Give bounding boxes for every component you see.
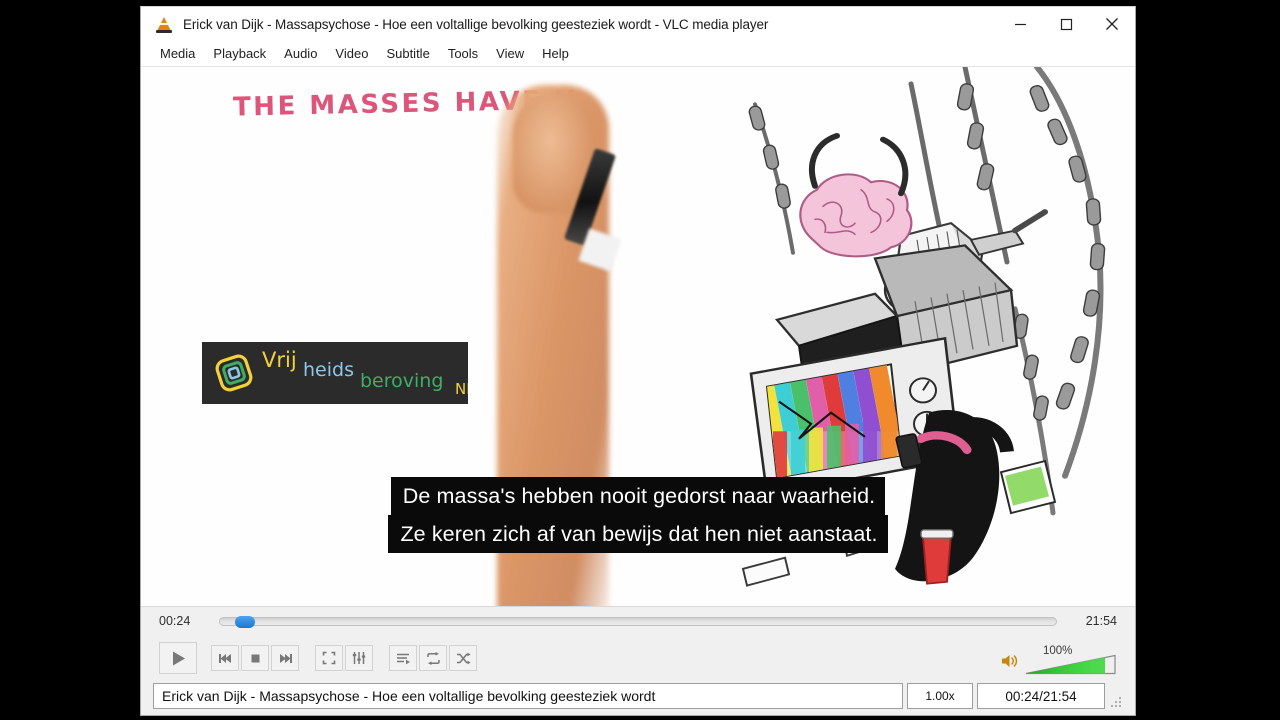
play-icon xyxy=(172,651,185,665)
previous-button[interactable] xyxy=(211,645,239,671)
window-title: Erick van Dijk - Massapsychose - Hoe een… xyxy=(183,16,769,32)
loop-icon xyxy=(426,651,440,665)
playlist-icon xyxy=(396,653,410,664)
next-icon xyxy=(279,653,292,663)
playback-controls-panel: 00:24 21:54 100% xyxy=(141,606,1135,681)
speaker-icon[interactable] xyxy=(1001,653,1019,674)
volume-slider-wrapper[interactable]: 100% xyxy=(1025,645,1117,675)
watermark-logo-icon xyxy=(210,351,258,395)
watermark-text: Vrij heids beroving NL xyxy=(260,342,468,404)
volume-slider[interactable] xyxy=(1025,654,1117,675)
settings-button[interactable] xyxy=(345,645,373,671)
transport-button-row: 100% xyxy=(141,635,1135,681)
camera-drawing xyxy=(883,209,1048,314)
status-bar: Erick van Dijk - Massapsychose - Hoe een… xyxy=(141,681,1135,715)
minimize-icon xyxy=(1014,23,1026,25)
menu-item-audio[interactable]: Audio xyxy=(275,43,326,64)
menu-item-view[interactable]: View xyxy=(487,43,533,64)
minimize-button[interactable] xyxy=(997,7,1043,41)
desktop-backdrop: Erick van Dijk - Massapsychose - Hoe een… xyxy=(0,0,1280,720)
menu-item-tools[interactable]: Tools xyxy=(439,43,487,64)
seek-slider-handle[interactable] xyxy=(235,615,256,628)
subtitle-overlay: De massa's hebben nooit gedorst naar waa… xyxy=(141,477,1135,553)
menu-item-playback[interactable]: Playback xyxy=(204,43,275,64)
tv-box-drawing xyxy=(749,244,1019,496)
playback-rate-label[interactable]: 1.00x xyxy=(907,683,973,709)
shuffle-icon xyxy=(456,652,471,664)
loop-button[interactable] xyxy=(419,645,447,671)
watermark-word-beroving: beroving xyxy=(360,370,444,392)
next-button[interactable] xyxy=(271,645,299,671)
watermark-word-vrij: Vrij xyxy=(262,348,297,372)
equalizer-icon xyxy=(352,652,366,664)
fullscreen-button[interactable] xyxy=(315,645,343,671)
brain-drawing xyxy=(799,173,913,258)
vlc-cone-icon xyxy=(155,15,173,33)
resize-grip[interactable] xyxy=(1109,683,1123,709)
previous-icon xyxy=(218,653,231,663)
playlist-button[interactable] xyxy=(389,645,417,671)
close-icon xyxy=(1106,18,1118,30)
subtitle-line-1: De massa's hebben nooit gedorst naar waa… xyxy=(390,477,886,515)
close-button[interactable] xyxy=(1089,7,1135,41)
watermark-word-heids: heids xyxy=(303,359,354,381)
seek-slider[interactable] xyxy=(219,615,1057,628)
total-time-label: 21:54 xyxy=(1085,614,1117,628)
menu-item-video[interactable]: Video xyxy=(326,43,377,64)
window-controls xyxy=(997,7,1135,41)
video-display-area[interactable]: THE MASSES HAVE N Vrij heids beroving N … xyxy=(141,67,1135,606)
menu-item-subtitle[interactable]: Subtitle xyxy=(377,43,438,64)
time-display[interactable]: 00:24/21:54 xyxy=(977,683,1105,709)
menu-item-help[interactable]: Help xyxy=(533,43,578,64)
playlist-button-group xyxy=(389,645,477,671)
stop-icon xyxy=(251,654,259,662)
menu-item-media[interactable]: Media xyxy=(151,43,204,64)
fullscreen-icon xyxy=(322,651,336,665)
video-frame: THE MASSES HAVE N Vrij heids beroving N … xyxy=(141,67,1135,606)
maximize-icon xyxy=(1060,18,1072,30)
seek-row: 00:24 21:54 xyxy=(141,607,1135,635)
shuffle-button[interactable] xyxy=(449,645,477,671)
view-button-group xyxy=(315,645,373,671)
maximize-button[interactable] xyxy=(1043,7,1089,41)
subtitle-line-2: Ze keren zich af van bewijs dat hen niet… xyxy=(388,515,888,553)
volume-control[interactable]: 100% xyxy=(1001,635,1117,681)
title-bar: Erick van Dijk - Massapsychose - Hoe een… xyxy=(141,7,1135,41)
channel-watermark: Vrij heids beroving NL xyxy=(202,342,468,404)
nav-button-group xyxy=(211,645,299,671)
vlc-media-player-window: Erick van Dijk - Massapsychose - Hoe een… xyxy=(140,6,1136,716)
watermark-word-nl: NL xyxy=(455,380,468,398)
elapsed-time-label: 00:24 xyxy=(159,614,191,628)
menu-bar: Media Playback Audio Video Subtitle Tool… xyxy=(141,41,1135,67)
stop-button[interactable] xyxy=(241,645,269,671)
play-button[interactable] xyxy=(159,642,197,674)
now-playing-title[interactable]: Erick van Dijk - Massapsychose - Hoe een… xyxy=(153,683,903,709)
